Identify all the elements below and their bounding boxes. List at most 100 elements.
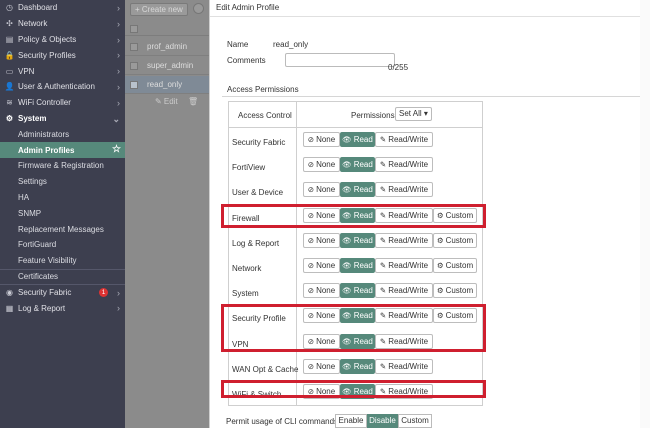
none-button[interactable]: ⊘ None: [303, 358, 340, 374]
sidebar-item-label: Policy & Objects: [18, 34, 77, 44]
none-button[interactable]: ⊘ None: [303, 232, 340, 248]
button-label: None: [316, 135, 336, 144]
sidebar-item-label: Firmware & Registration: [18, 161, 104, 171]
sidebar-subitem-replacement-messages[interactable]: Replacement Messages: [0, 221, 125, 237]
sidebar-item-log-report[interactable]: ▦ Log & Report ›: [0, 300, 125, 316]
custom-button[interactable]: ⚙ Custom: [433, 258, 477, 273]
read-button[interactable]: 👁 Read: [340, 283, 375, 299]
sidebar-subitem-settings[interactable]: Settings: [0, 174, 125, 190]
sidebar-item-wifi-controller[interactable]: ≋ WiFi Controller ›: [0, 95, 125, 111]
button-label: Read/Write: [388, 286, 429, 296]
sidebar-subitem-snmp[interactable]: SNMP: [0, 205, 125, 221]
col-access-control: Access Control: [238, 111, 292, 120]
cli-option-enable[interactable]: Enable: [335, 414, 367, 428]
wifi-icon: ≋: [6, 98, 13, 108]
row-checkbox[interactable]: [130, 43, 138, 51]
read-write-button[interactable]: ✎ Read/Write: [375, 283, 433, 299]
sidebar-item-label: HA: [18, 192, 30, 202]
edit-button[interactable]: ✎ Edit: [155, 97, 178, 106]
row-checkbox[interactable]: [130, 81, 138, 89]
none-button[interactable]: ⊘ None: [303, 182, 340, 198]
name-value: read_only: [273, 40, 309, 49]
row-name: prof_admin: [147, 42, 188, 51]
read-button[interactable]: 👁 Read: [340, 232, 375, 248]
custom-button[interactable]: ⚙ Custom: [433, 232, 477, 248]
button-label: Custom: [445, 261, 474, 270]
read-button[interactable]: 👁 Read: [340, 182, 375, 198]
sidebar-item-security-profiles[interactable]: 🔒 Security Profiles ›: [0, 47, 125, 63]
permission-row-user-and-device: User & Device ⊘ None 👁 Read ✎ Read/Write: [229, 179, 482, 204]
delete-icon[interactable]: 🗑: [188, 97, 198, 106]
read-write-button[interactable]: ✎ Read/Write: [375, 157, 433, 173]
table-row[interactable]: prof_admin: [125, 38, 209, 56]
read-write-button[interactable]: ✎ Read/Write: [375, 258, 433, 273]
favorite-star-icon[interactable]: ☆: [112, 144, 121, 155]
read-button[interactable]: 👁 Read: [340, 132, 375, 147]
row-checkbox[interactable]: [130, 62, 138, 70]
cli-option-custom[interactable]: Custom: [398, 414, 432, 428]
none-button[interactable]: ⊘ None: [303, 283, 340, 299]
read-button[interactable]: 👁 Read: [340, 358, 375, 374]
sidebar-item-label: Settings: [18, 177, 47, 187]
set-all-dropdown[interactable]: Set All ▾: [395, 107, 432, 121]
sidebar-subitem-admin-profiles[interactable]: Admin Profiles ☆: [0, 142, 125, 158]
sidebar-subitem-feature-visibility[interactable]: Feature Visibility: [0, 253, 125, 269]
sidebar-item-network[interactable]: ✣ Network ›: [0, 16, 125, 32]
none-button[interactable]: ⊘ None: [303, 132, 340, 147]
read-button[interactable]: 👁 Read: [340, 157, 375, 173]
sidebar-item-dashboard[interactable]: ◷ Dashboard ›: [0, 0, 125, 16]
read-button[interactable]: 👁 Read: [340, 258, 375, 273]
read-write-button[interactable]: ✎ Read/Write: [375, 358, 433, 374]
sidebar-item-user-and-authentication[interactable]: 👤 User & Authentication ›: [0, 79, 125, 95]
permission-label: Security Fabric: [232, 138, 286, 147]
table-row[interactable]: read_only: [125, 76, 209, 94]
comments-field[interactable]: [285, 53, 395, 67]
chevron-right-icon: ›: [117, 288, 120, 299]
dialog-scrollbar[interactable]: [640, 0, 650, 428]
none-button[interactable]: ⊘ None: [303, 258, 340, 273]
permission-label: Network: [232, 264, 262, 273]
none-button[interactable]: ⊘ None: [303, 157, 340, 173]
sidebar-subitem-firmware-and-registration[interactable]: Firmware & Registration: [0, 158, 125, 174]
sidebar-subitem-ha[interactable]: HA: [0, 190, 125, 206]
user-icon: 👤: [4, 82, 15, 92]
button-label: None: [316, 160, 336, 170]
button-label: Read: [353, 261, 373, 270]
read-icon: 👁: [342, 235, 352, 245]
chevron-down-icon: ⌄: [112, 113, 120, 124]
sidebar-item-vpn[interactable]: ▭ VPN ›: [0, 63, 125, 79]
custom-button[interactable]: ⚙ Custom: [433, 283, 477, 299]
sidebar-subitem-administrators[interactable]: Administrators: [0, 126, 125, 142]
read-write-button[interactable]: ✎ Read/Write: [375, 132, 433, 147]
sidebar-item-system[interactable]: ⚙ System ⌄: [0, 111, 125, 127]
list-options-icon[interactable]: [193, 3, 204, 14]
button-label: Read/Write: [388, 235, 429, 245]
permission-row-log-and-report: Log & Report ⊘ None 👁 Read ✎ Read/Write ⚙ Custom: [229, 230, 482, 255]
chevron-right-icon: ›: [117, 303, 120, 314]
row-name: super_admin: [147, 61, 194, 70]
sidebar-item-label: Log & Report: [18, 303, 66, 313]
select-all-checkbox[interactable]: [130, 25, 138, 33]
read-write-button[interactable]: ✎ Read/Write: [375, 232, 433, 248]
comments-counter: 0/255: [388, 63, 409, 72]
custom-icon: ⚙: [436, 261, 444, 270]
list-header: [125, 22, 209, 36]
sidebar-item-label: Security Profiles: [18, 50, 76, 60]
button-label: Read: [353, 361, 373, 371]
cli-option-disable[interactable]: Disable: [367, 414, 398, 428]
lock-icon: 🔒: [4, 50, 15, 60]
create-new-button[interactable]: + Create new: [130, 3, 188, 16]
sidebar-item-label: User & Authentication: [18, 82, 95, 92]
sidebar-item-policy-and-objects[interactable]: ▤ Policy & Objects ›: [0, 32, 125, 48]
dashboard-icon: ◷: [6, 3, 13, 13]
sidebar-subitem-fortiguard[interactable]: FortiGuard: [0, 237, 125, 253]
sidebar-item-security-fabric[interactable]: ◉ Security Fabric 1 ›: [0, 284, 125, 300]
row-name: read_only: [147, 80, 183, 89]
sidebar-item-label: Administrators: [18, 129, 70, 139]
table-row[interactable]: super_admin: [125, 57, 209, 75]
chevron-right-icon: ›: [117, 97, 120, 108]
read-write-icon: ✎: [379, 235, 387, 245]
sidebar-subitem-certificates[interactable]: Certificates: [0, 268, 125, 285]
read-write-button[interactable]: ✎ Read/Write: [375, 182, 433, 198]
button-label: Read: [353, 135, 373, 144]
